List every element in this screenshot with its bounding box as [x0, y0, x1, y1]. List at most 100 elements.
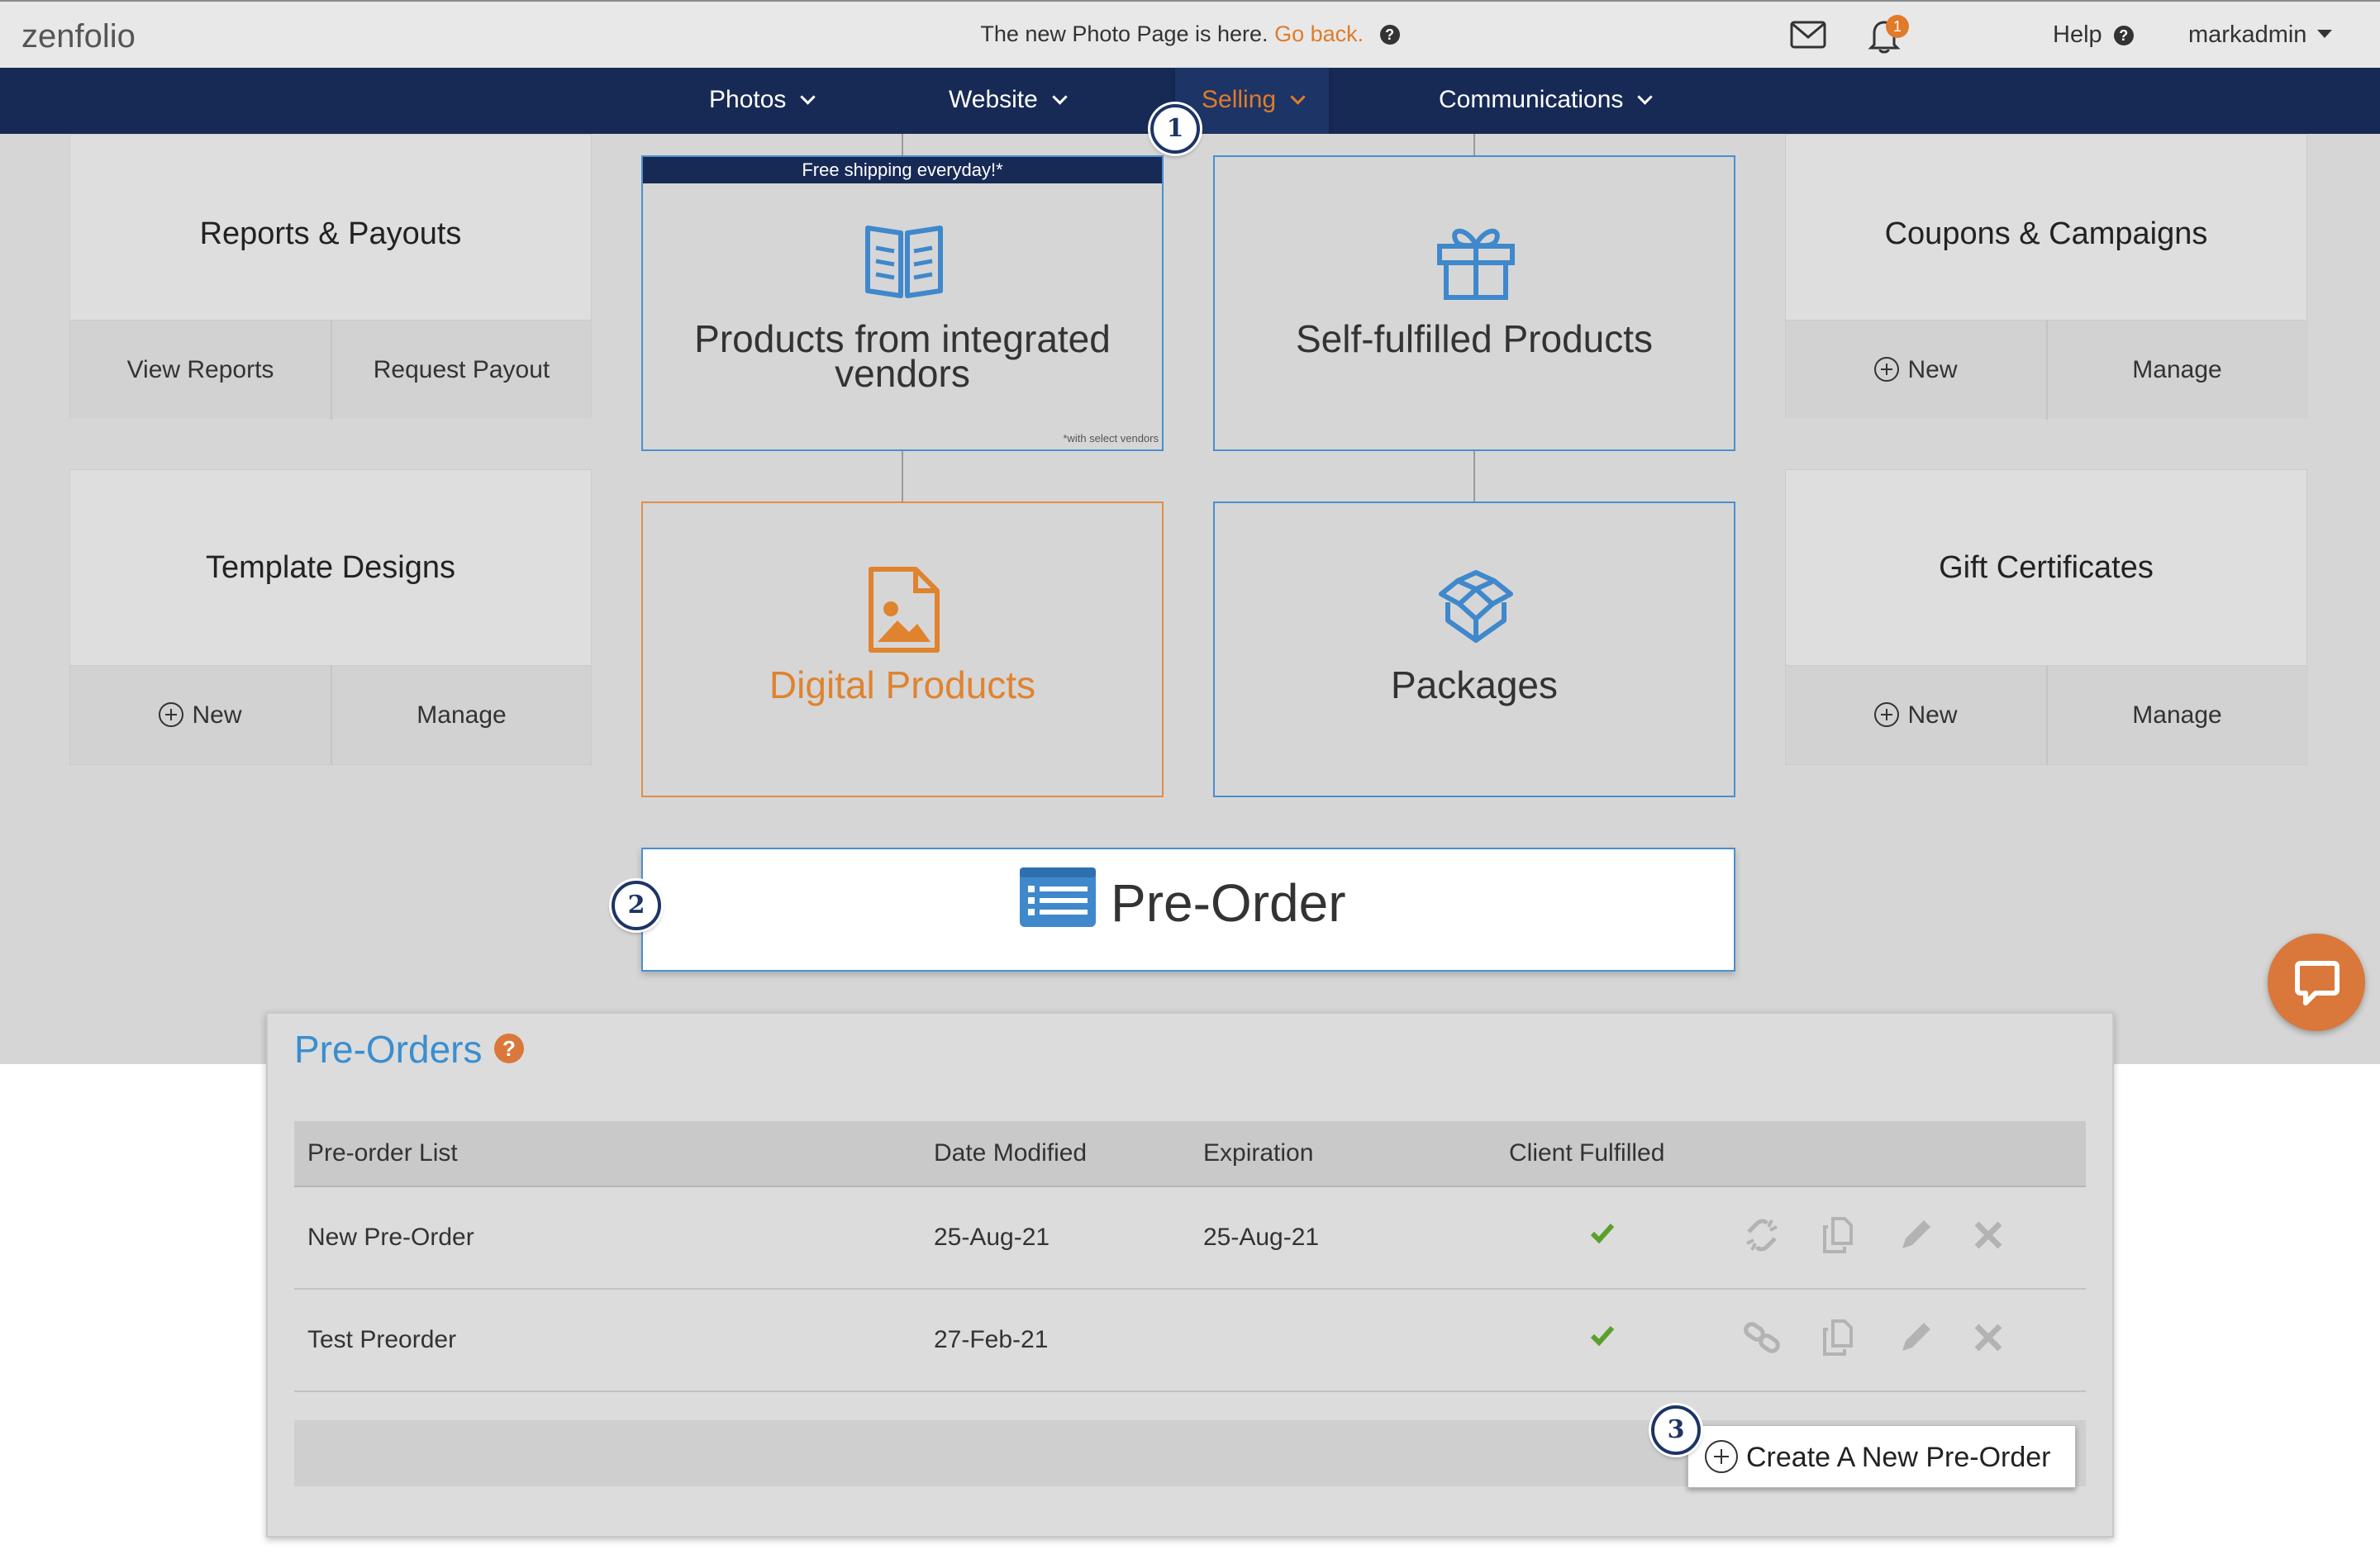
- step-number: 1: [1166, 114, 1184, 143]
- col-expiration[interactable]: Expiration: [1203, 1139, 1313, 1167]
- go-back-link[interactable]: Go back.: [1274, 21, 1364, 46]
- create-pre-order-button[interactable]: Create A New Pre-Order: [1687, 1425, 2076, 1488]
- col-client-fulfilled[interactable]: Client Fulfilled: [1509, 1139, 1664, 1167]
- card-buttons: New Manage: [70, 665, 591, 765]
- request-payout-button[interactable]: Request Payout: [331, 321, 591, 420]
- check-icon: [1590, 1224, 1615, 1244]
- top-bar: zenfolio The new Photo Page is here. Go …: [0, 0, 2380, 68]
- card-buttons: New Manage: [1786, 665, 2306, 765]
- card-buttons: New Manage: [1786, 320, 2306, 420]
- tile-label: Packages: [1390, 663, 1558, 706]
- vendor-footnote: *with select vendors: [1063, 432, 1159, 444]
- book-icon: [865, 226, 943, 298]
- card-title: Gift Certificates: [1939, 550, 2154, 585]
- check-icon: [1590, 1326, 1615, 1347]
- help-menu[interactable]: Help ?: [2053, 21, 2134, 49]
- step-number: 3: [1667, 1415, 1685, 1444]
- gift-new-button[interactable]: New: [1786, 666, 2046, 765]
- tile-label: Self-fulfilled Products: [1295, 317, 1654, 360]
- nav-photos[interactable]: Photos: [709, 86, 816, 114]
- pre-order-tile[interactable]: Pre-Order: [641, 848, 1735, 972]
- col-date-modified[interactable]: Date Modified: [934, 1139, 1087, 1167]
- connector-line: [902, 450, 903, 501]
- notification-count-badge: 1: [1886, 15, 1909, 38]
- nav-photos-label: Photos: [709, 86, 787, 113]
- digital-products-tile[interactable]: Digital Products: [641, 501, 1164, 797]
- caret-down-icon: [2316, 30, 2332, 38]
- gift-icon: [1437, 228, 1515, 300]
- copy-icon[interactable]: [1820, 1318, 1859, 1357]
- pre-order-label: Pre-Order: [1111, 873, 1346, 933]
- nav-selling[interactable]: Selling: [1202, 86, 1306, 114]
- integrated-vendors-tile[interactable]: Free shipping everyday!* Products from i…: [641, 155, 1164, 451]
- panel-help-icon[interactable]: ?: [494, 1034, 524, 1063]
- card-buttons: View Reports Request Payout: [70, 320, 591, 420]
- chat-icon: [2295, 961, 2340, 1005]
- step-marker-1: 1: [1150, 104, 1200, 154]
- reports-payouts-card: Reports & Payouts View Reports Request P…: [69, 134, 592, 420]
- table-row: New Pre-Order 25-Aug-21 25-Aug-21: [294, 1189, 2086, 1290]
- connector-line: [1473, 450, 1475, 501]
- pencil-icon[interactable]: [1896, 1215, 1935, 1255]
- connector-line: [1473, 134, 1475, 155]
- image-file-icon: [869, 567, 940, 653]
- broken-link-icon[interactable]: [1742, 1215, 1782, 1255]
- notice-text: The new Photo Page is here.: [980, 21, 1269, 46]
- gift-certificates-card: New Manage Gift Certificates: [1785, 469, 2307, 765]
- tile-label-line2: vendors: [835, 352, 970, 395]
- nav-communications-label: Communications: [1439, 86, 1624, 113]
- chat-button[interactable]: [2268, 934, 2365, 1031]
- table-header: Pre-order List Date Modified Expiration …: [294, 1121, 2086, 1187]
- user-label: markadmin: [2188, 21, 2307, 48]
- pencil-icon[interactable]: [1896, 1318, 1935, 1357]
- pre-orders-panel: Pre-Orders ? Pre-order List Date Modifie…: [266, 1012, 2114, 1538]
- template-new-button[interactable]: New: [70, 666, 331, 765]
- free-shipping-banner: Free shipping everyday!*: [643, 157, 1162, 183]
- pre-order-name: New Pre-Order: [307, 1224, 474, 1251]
- delete-icon[interactable]: [1968, 1215, 2008, 1255]
- step-marker-2: 2: [612, 881, 661, 930]
- date-modified: 25-Aug-21: [934, 1224, 1050, 1251]
- template-manage-button[interactable]: Manage: [331, 666, 591, 765]
- step-number: 2: [627, 891, 645, 920]
- copy-icon[interactable]: [1820, 1215, 1859, 1255]
- nav-website-label: Website: [949, 86, 1038, 113]
- coupons-campaigns-card: Coupons & Campaigns New Manage: [1785, 134, 2307, 420]
- coupon-new-button[interactable]: New: [1786, 321, 2046, 420]
- chevron-down-icon: [1637, 89, 1654, 105]
- chevron-down-icon: [1052, 89, 1068, 105]
- user-menu[interactable]: markadmin: [2188, 21, 2332, 49]
- table-row: Test Preorder 27-Feb-21: [294, 1291, 2086, 1392]
- card-title: Coupons & Campaigns: [1884, 216, 2208, 251]
- notice-help-icon[interactable]: ?: [1379, 25, 1400, 45]
- coupon-manage-button[interactable]: Manage: [2046, 321, 2306, 420]
- nav-communications[interactable]: Communications: [1439, 86, 1654, 114]
- step-marker-3: 3: [1651, 1405, 1701, 1455]
- link-icon[interactable]: [1742, 1318, 1782, 1357]
- new-label: New: [1907, 701, 1958, 729]
- photo-page-notice: The new Photo Page is here. Go back. ?: [0, 21, 2380, 47]
- help-label: Help: [2053, 21, 2102, 48]
- connector-line: [902, 134, 903, 155]
- nav-website[interactable]: Website: [949, 86, 1068, 114]
- chevron-down-icon: [1290, 89, 1306, 105]
- tile-label: Digital Products: [769, 663, 1036, 706]
- view-reports-button[interactable]: View Reports: [70, 321, 331, 420]
- delete-icon[interactable]: [1968, 1318, 2008, 1357]
- mail-icon[interactable]: [1790, 20, 1826, 50]
- card-title: Template Designs: [205, 550, 456, 585]
- nav-selling-label: Selling: [1202, 86, 1277, 113]
- card-title: Reports & Payouts: [199, 216, 462, 251]
- list-icon: [1020, 867, 1096, 927]
- new-label: New: [1907, 356, 1958, 383]
- box-icon: [1439, 570, 1513, 643]
- self-fulfilled-tile[interactable]: Self-fulfilled Products: [1213, 155, 1735, 451]
- date-modified: 27-Feb-21: [934, 1326, 1049, 1353]
- gift-manage-button[interactable]: Manage: [2046, 666, 2306, 765]
- packages-tile[interactable]: Packages: [1213, 501, 1735, 797]
- col-pre-order-list[interactable]: Pre-order List: [307, 1139, 458, 1167]
- plus-circle-icon: [159, 702, 184, 727]
- chevron-down-icon: [800, 89, 816, 105]
- plus-circle-icon: [1874, 357, 1900, 382]
- create-pre-order-label: Create A New Pre-Order: [1746, 1442, 2051, 1473]
